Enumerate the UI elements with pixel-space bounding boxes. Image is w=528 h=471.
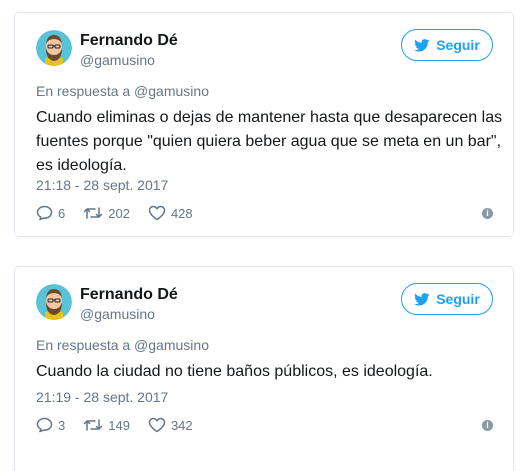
follow-button[interactable]: Seguir bbox=[401, 29, 493, 61]
author-block[interactable]: Fernando Dé @gamusino bbox=[80, 31, 178, 69]
tweet-card[interactable]: Fernando Dé @gamusino Seguir En respuest… bbox=[14, 266, 514, 471]
tweet-actions: 3 149 342 bbox=[36, 415, 211, 435]
retweet-icon bbox=[83, 205, 103, 221]
tweet-timestamp[interactable]: 21:18 - 28 sept. 2017 bbox=[36, 177, 168, 193]
like-button[interactable]: 342 bbox=[148, 417, 193, 433]
tweet-text: Cuando eliminas o dejas de mantener hast… bbox=[36, 109, 503, 174]
info-icon[interactable]: i bbox=[482, 208, 493, 219]
reply-icon bbox=[36, 205, 53, 221]
like-button[interactable]: 428 bbox=[148, 205, 193, 221]
retweet-count: 149 bbox=[108, 417, 130, 433]
author-block[interactable]: Fernando Dé @gamusino bbox=[80, 285, 178, 323]
heart-icon bbox=[148, 417, 166, 433]
reply-context[interactable]: En respuesta a @gamusino bbox=[36, 83, 209, 99]
tweet-text: Cuando la ciudad no tiene baños públicos… bbox=[36, 363, 433, 380]
author-name[interactable]: Fernando Dé bbox=[80, 285, 178, 304]
reply-count: 6 bbox=[58, 205, 66, 221]
retweet-icon bbox=[83, 417, 103, 433]
twitter-bird-icon bbox=[414, 38, 430, 52]
reply-count: 3 bbox=[58, 417, 66, 433]
info-icon[interactable]: i bbox=[482, 420, 493, 431]
avatar[interactable] bbox=[36, 284, 72, 320]
follow-label: Seguir bbox=[436, 291, 480, 307]
retweet-button[interactable]: 202 bbox=[83, 205, 130, 221]
heart-icon bbox=[148, 205, 166, 221]
twitter-bird-icon bbox=[414, 292, 430, 306]
avatar[interactable] bbox=[36, 30, 72, 66]
like-count: 428 bbox=[170, 205, 193, 221]
retweet-count: 202 bbox=[108, 205, 130, 221]
tweet-timestamp[interactable]: 21:19 - 28 sept. 2017 bbox=[36, 389, 168, 405]
reply-icon bbox=[36, 417, 53, 433]
reply-button[interactable]: 3 bbox=[36, 417, 65, 433]
author-handle[interactable]: @gamusino bbox=[80, 51, 178, 69]
retweet-button[interactable]: 149 bbox=[83, 417, 130, 433]
author-name[interactable]: Fernando Dé bbox=[80, 31, 178, 50]
tweet-actions: 6 202 428 bbox=[36, 203, 211, 223]
reply-button[interactable]: 6 bbox=[36, 205, 65, 221]
tweet-card[interactable]: Fernando Dé @gamusino Seguir En respuest… bbox=[14, 12, 514, 237]
follow-button[interactable]: Seguir bbox=[401, 283, 493, 315]
reply-context[interactable]: En respuesta a @gamusino bbox=[36, 337, 209, 353]
author-handle[interactable]: @gamusino bbox=[80, 305, 178, 323]
like-count: 342 bbox=[170, 417, 193, 433]
follow-label: Seguir bbox=[436, 37, 480, 53]
